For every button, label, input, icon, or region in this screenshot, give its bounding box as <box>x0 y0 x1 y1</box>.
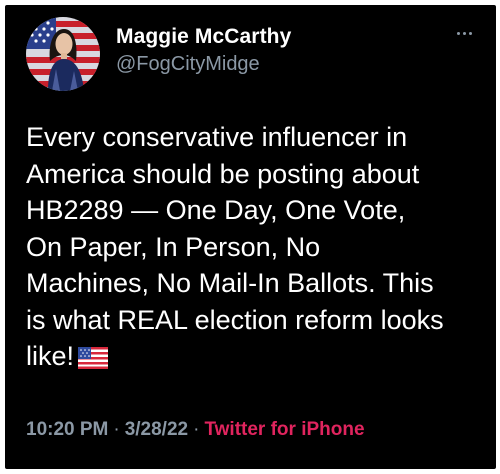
separator: · <box>193 419 200 440</box>
author-handle[interactable]: @FogCityMidge <box>116 53 260 76</box>
avatar[interactable] <box>26 17 100 91</box>
tweet-source-link[interactable]: Twitter for iPhone <box>204 419 364 440</box>
dot <box>456 31 460 35</box>
tweet-time[interactable]: 10:20 PM <box>26 419 108 440</box>
dot <box>468 31 472 35</box>
tweet-text: Every conservative influencer in America… <box>26 119 488 375</box>
separator: · <box>113 419 120 440</box>
author-display-name[interactable]: Maggie McCarthy <box>116 25 291 49</box>
tweet-body: Every conservative influencer in America… <box>26 122 444 371</box>
avatar-image <box>26 17 100 91</box>
tweet-card: Maggie McCarthy @FogCityMidge Every cons… <box>5 5 496 469</box>
tweet-date[interactable]: 3/28/22 <box>125 419 188 440</box>
tweet-meta: 10:20 PM · 3/28/22 · Twitter for iPhone <box>26 419 365 441</box>
dot <box>462 31 466 35</box>
more-horizontal-icon[interactable] <box>449 23 479 43</box>
us-flag-emoji <box>78 347 109 369</box>
